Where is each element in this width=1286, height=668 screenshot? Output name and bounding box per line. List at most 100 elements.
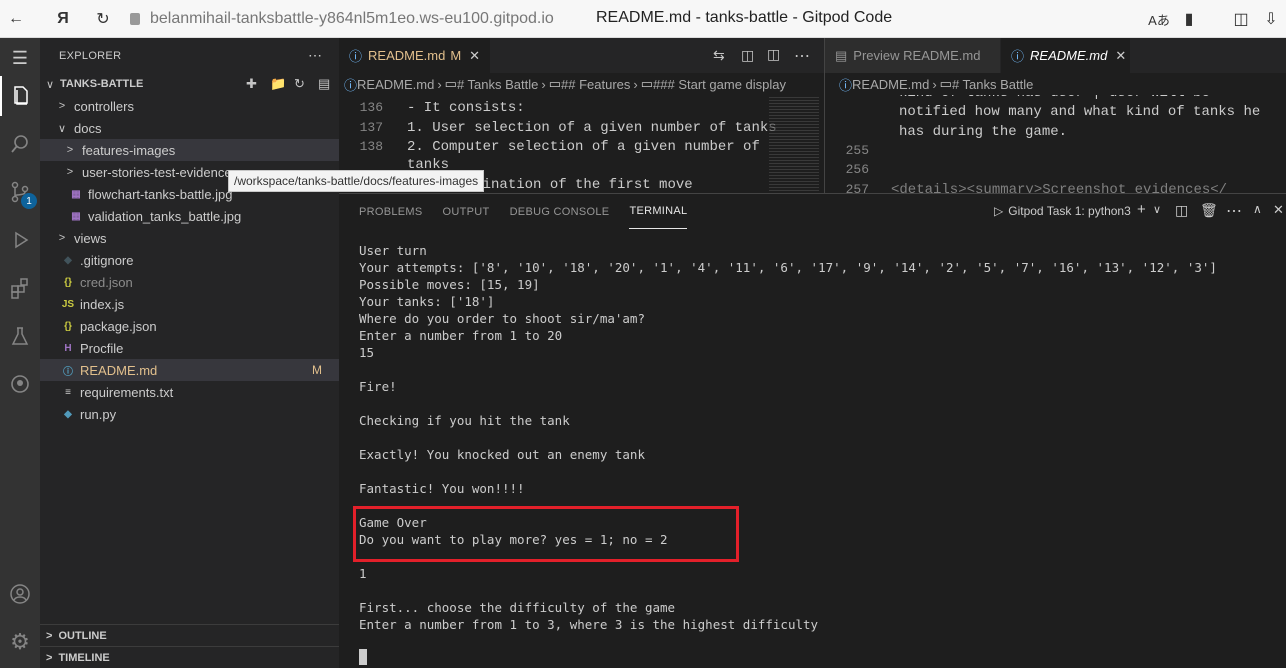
maximize-panel-icon[interactable]: ∧	[1253, 202, 1262, 216]
symbol-icon: ▭	[444, 76, 457, 91]
outline-section[interactable]: > OUTLINE	[40, 624, 339, 646]
bookmark-icon[interactable]: ▮	[1178, 8, 1200, 30]
tree-item[interactable]: ◆ .gitignore	[40, 249, 339, 271]
right-code-view[interactable]: kind of tanks has user | user will be not…	[825, 95, 1286, 193]
tab-output[interactable]: OUTPUT	[443, 194, 490, 229]
collapse-all-icon[interactable]: ▤	[318, 76, 330, 92]
tab-terminal[interactable]: TERMINAL	[629, 194, 688, 229]
tree-item-label: features-images	[82, 142, 176, 158]
more-icon[interactable]: ⋯	[794, 46, 810, 66]
tree-item-label: package.json	[80, 318, 157, 334]
terminal-line: Your attempts: ['8', '10', '18', '20', '…	[359, 260, 1217, 275]
workspace-root-label: TANKS-BATTLE	[60, 78, 144, 90]
terminal-task-selector[interactable]: ▷ Gitpod Task 1: python3	[994, 204, 1131, 218]
tree-item[interactable]: > controllers	[40, 95, 339, 117]
extensions-icon[interactable]	[0, 268, 40, 308]
new-file-icon[interactable]: ✚	[246, 76, 257, 92]
tab-modified-badge: M	[450, 48, 462, 63]
yandex-icon[interactable]: Я	[52, 8, 74, 30]
more-icon[interactable]: ⋯	[1226, 201, 1242, 221]
timeline-section[interactable]: > TIMELINE	[40, 646, 339, 668]
info-icon: ⓘ	[1011, 49, 1025, 64]
tree-item[interactable]: ▦ validation_tanks_battle.jpg	[40, 205, 339, 227]
tree-item[interactable]: H Procfile	[40, 337, 339, 359]
breadcrumb-item[interactable]: ### Start game display	[653, 77, 786, 92]
address-bar[interactable]: belanmihail-tanksbattle-y864nl5m1eo.ws-e…	[130, 5, 554, 33]
workspace-root[interactable]: ∨ TANKS-BATTLE ✚ 📁 ↻ ▤	[40, 73, 339, 95]
minimap	[769, 95, 819, 193]
github-icon[interactable]	[0, 364, 40, 404]
source-control-icon[interactable]: 1	[0, 172, 40, 212]
preview-icon: ▤	[835, 47, 848, 63]
new-folder-icon[interactable]: 📁	[270, 76, 286, 92]
tab-readme-right[interactable]: ⓘ README.md ✕	[1001, 38, 1131, 73]
tree-item[interactable]: ◆ run.py	[40, 403, 339, 425]
tree-item[interactable]: > views	[40, 227, 339, 249]
py-file-icon: ◆	[64, 408, 72, 420]
search-icon[interactable]	[0, 124, 40, 164]
tree-item[interactable]: {} package.json	[40, 315, 339, 337]
trash-icon[interactable]: 🗑	[1200, 202, 1218, 219]
tree-item-label: requirements.txt	[80, 384, 174, 400]
tree-item[interactable]: {} cred.json	[40, 271, 339, 293]
tree-item-label: Procfile	[80, 340, 124, 356]
breadcrumb-item[interactable]: # Tanks Battle	[457, 77, 538, 92]
terminal-line: Enter a number from 1 to 20	[359, 328, 563, 343]
terminal-output[interactable]: User turn Your attempts: ['8', '10', '18'…	[359, 242, 1217, 633]
json-file-icon: {}	[64, 320, 72, 332]
tree-item-label: .gitignore	[80, 252, 134, 268]
tab-label: README.md	[368, 48, 446, 63]
breadcrumb-item[interactable]: # Tanks Battle	[952, 77, 1033, 92]
symbol-icon: ▭	[640, 76, 654, 91]
tree-item-label: cred.json	[80, 274, 133, 290]
tab-readme[interactable]: ⓘ README.md M ✕	[339, 38, 492, 73]
info-icon: ⓘ	[839, 77, 853, 93]
path-tooltip: /workspace/tanks-battle/docs/features-im…	[228, 170, 485, 192]
line-number: 137	[359, 120, 383, 135]
split-editor-icon[interactable]: ◫	[767, 46, 780, 63]
menu-icon[interactable]: ☰	[0, 38, 40, 78]
terminal-line: Checking if you hit the tank	[359, 413, 570, 428]
run-debug-icon[interactable]	[0, 220, 40, 260]
close-icon[interactable]: ✕	[1115, 48, 1126, 64]
tab-debug-console[interactable]: DEBUG CONSOLE	[510, 194, 610, 229]
compare-icon[interactable]: ⇆	[713, 47, 725, 64]
split-terminal-icon[interactable]: ◫	[1175, 202, 1188, 219]
collections-icon[interactable]: ◫	[1230, 8, 1252, 30]
tree-item-label: flowchart-tanks-battle.jpg	[88, 186, 233, 202]
new-terminal-icon[interactable]: +	[1137, 201, 1146, 218]
info-icon: ⓘ	[344, 77, 358, 93]
tree-item[interactable]: JS index.js	[40, 293, 339, 315]
explorer-icon[interactable]	[0, 76, 40, 116]
close-icon[interactable]: ✕	[469, 48, 480, 64]
tree-item[interactable]: ∨ docs	[40, 117, 339, 139]
more-actions-icon[interactable]: ⋯	[308, 47, 322, 64]
reload-icon[interactable]: ↻	[92, 8, 114, 30]
account-icon[interactable]	[0, 574, 40, 614]
breadcrumb-item[interactable]: README.md	[852, 77, 929, 92]
tree-item[interactable]: ≡ requirements.txt	[40, 381, 339, 403]
terminal-icon: ▷	[994, 204, 1004, 218]
tree-item[interactable]: > features-images	[40, 139, 339, 161]
explorer-title: EXPLORER	[59, 50, 122, 62]
breadcrumb-item[interactable]: ## Features	[561, 77, 630, 92]
tab-problems[interactable]: PROBLEMS	[359, 194, 423, 229]
translate-icon[interactable]: Aあ	[1148, 8, 1170, 30]
code-line: has during the game.	[899, 124, 1068, 140]
tree-item[interactable]: ⓘ README.md M	[40, 359, 339, 381]
download-icon[interactable]: ⇩	[1260, 8, 1282, 30]
chevron-down-icon[interactable]: ∨	[1153, 203, 1161, 216]
tab-preview-readme[interactable]: ▤ Preview README.md	[825, 38, 1001, 73]
testing-icon[interactable]	[0, 316, 40, 356]
refresh-icon[interactable]: ↻	[294, 76, 305, 92]
settings-gear-icon[interactable]: ⚙	[0, 622, 40, 662]
breadcrumb-item[interactable]: README.md	[357, 77, 434, 92]
terminal-line: 15	[359, 345, 375, 360]
image-file-icon: ▦	[71, 188, 81, 200]
open-preview-icon[interactable]: ◫	[741, 47, 754, 64]
timeline-label: TIMELINE	[58, 651, 110, 664]
back-icon[interactable]: ←	[5, 8, 27, 30]
close-panel-icon[interactable]: ✕	[1273, 202, 1284, 218]
terminal-line: First... choose the difficulty of the ga…	[359, 600, 676, 615]
